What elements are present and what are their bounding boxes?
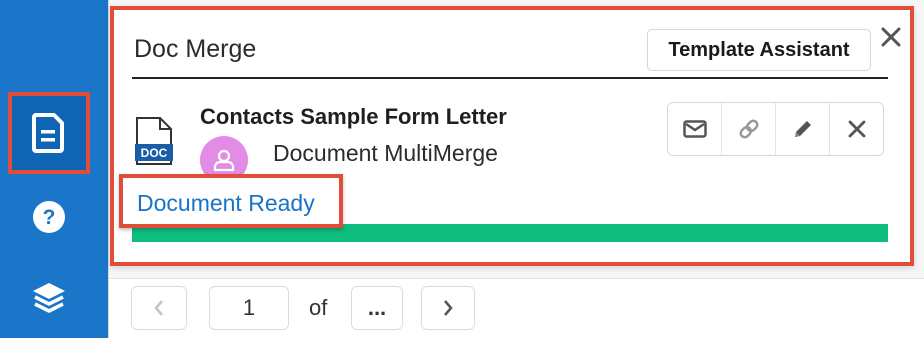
layers-icon: [33, 283, 65, 313]
close-icon: [881, 27, 901, 47]
remove-button[interactable]: [830, 103, 883, 155]
total-pages: ...: [367, 295, 387, 320]
edit-button[interactable]: [776, 103, 830, 155]
page-number-input[interactable]: 1: [209, 286, 289, 330]
mail-icon: [682, 120, 707, 138]
pagination: 1 of ...: [109, 278, 924, 338]
link-icon: [739, 119, 758, 139]
status-highlight: Document Ready: [119, 174, 343, 228]
email-button[interactable]: [668, 103, 722, 155]
current-page: 1: [242, 295, 256, 320]
copy-link-button[interactable]: [722, 103, 776, 155]
action-button-group: [667, 102, 884, 156]
user-icon: [213, 149, 235, 172]
document-subtitle: Document MultiMerge: [273, 140, 498, 166]
chevron-right-icon: [444, 300, 453, 316]
status-text: Document Ready: [137, 190, 315, 216]
panel-title: Doc Merge: [134, 35, 257, 63]
close-icon: [848, 120, 865, 138]
layers-button[interactable]: [8, 256, 90, 338]
page-total-button[interactable]: ...: [351, 286, 403, 330]
doc-merge-panel: Doc Merge Template Assistant DOC Contact…: [110, 6, 914, 266]
left-sidebar: ?: [0, 0, 108, 338]
doc-merge-button[interactable]: [8, 92, 90, 174]
close-panel-button[interactable]: [878, 24, 904, 50]
chevron-left-icon: [154, 300, 163, 316]
template-assistant-button[interactable]: Template Assistant: [647, 29, 871, 71]
svg-text:?: ?: [43, 206, 56, 229]
divider: [132, 77, 888, 79]
file-type-label: DOC: [141, 146, 168, 160]
document-title: Contacts Sample Form Letter: [200, 104, 507, 129]
of-label: of: [309, 295, 328, 320]
next-page-button[interactable]: [421, 286, 475, 330]
help-button[interactable]: ?: [8, 176, 90, 258]
doc-file-icon: DOC: [135, 117, 173, 165]
document-icon: [32, 113, 64, 153]
help-icon: ?: [33, 201, 65, 233]
pencil-icon: [794, 121, 811, 137]
prev-page-button[interactable]: [131, 286, 187, 330]
